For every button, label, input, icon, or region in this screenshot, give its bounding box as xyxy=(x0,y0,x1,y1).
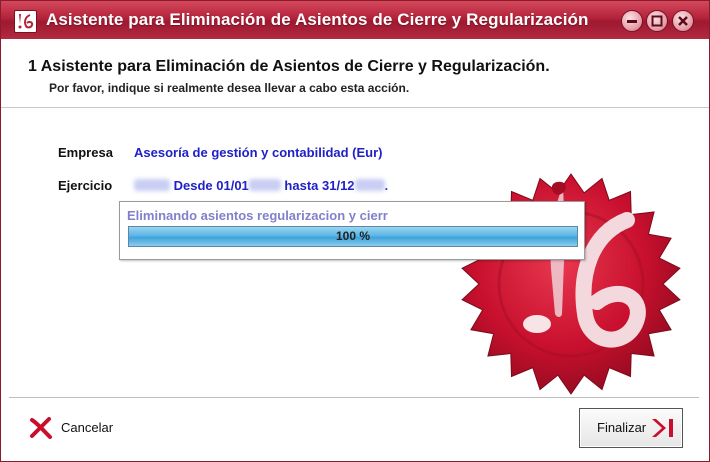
finish-button[interactable]: Finalizar xyxy=(579,408,683,448)
ejercicio-end: . xyxy=(384,178,389,193)
cancel-button[interactable]: Cancelar xyxy=(29,415,139,441)
maximize-icon[interactable] xyxy=(646,10,668,32)
progress-label: Eliminando asientos regularizacion y cie… xyxy=(127,208,388,223)
ejercicio-hasta: hasta 31/12 xyxy=(284,178,355,193)
empresa-value: Asesoría de gestión y contabilidad (Eur) xyxy=(134,145,383,160)
minimize-icon[interactable] xyxy=(621,10,643,32)
wizard-window: Asistente para Eliminación de Asientos d… xyxy=(0,0,710,462)
step-subtitle: Por favor, indique si realmente desea ll… xyxy=(49,81,410,95)
title-bar[interactable]: Asistente para Eliminación de Asientos d… xyxy=(1,1,709,39)
close-icon[interactable] xyxy=(672,10,694,32)
progress-percent: 100 % xyxy=(335,229,371,243)
redacted-year xyxy=(248,179,281,191)
redacted-year xyxy=(354,179,385,191)
step-title: 1 Asistente para Eliminación de Asientos… xyxy=(28,58,550,75)
cancel-label: Cancelar xyxy=(61,420,114,435)
ejercicio-value: Desde 01/01 hasta 31/12. xyxy=(134,178,388,193)
brand-seal-logo xyxy=(461,173,681,395)
progress-bar: 100 % xyxy=(128,226,578,247)
finish-label: Finalizar xyxy=(597,420,647,435)
progress-dialog: Eliminando asientos regularizacion y cie… xyxy=(119,201,585,260)
red-x-icon xyxy=(30,417,52,439)
redacted-year xyxy=(134,179,170,191)
window-title: Asistente para Eliminación de Asientos d… xyxy=(46,10,589,29)
wizard-header: 1 Asistente para Eliminación de Asientos… xyxy=(1,39,709,108)
finish-arrow-icon xyxy=(652,419,673,437)
ejercicio-desde: Desde 01/01 xyxy=(173,178,249,193)
footer-divider xyxy=(9,397,699,398)
app-logo-icon[interactable] xyxy=(14,10,37,33)
ejercicio-label: Ejercicio xyxy=(58,178,113,193)
empresa-label: Empresa xyxy=(58,145,113,160)
